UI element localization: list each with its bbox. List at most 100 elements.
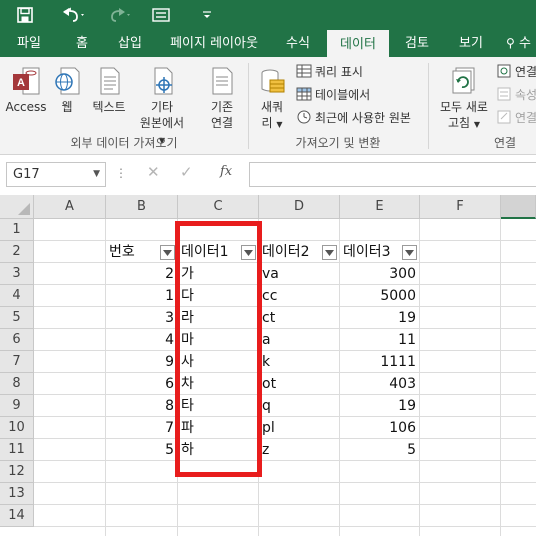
row-header[interactable]: 3 xyxy=(0,263,34,285)
table-cell[interactable]: 6 xyxy=(106,373,178,395)
new-query-button[interactable]: 새쿼 리 ▼ xyxy=(254,65,290,133)
from-table-label: 테이블에서 xyxy=(315,87,371,102)
column-header-d[interactable]: D xyxy=(259,195,340,219)
web-icon xyxy=(55,67,80,95)
refresh-all-button[interactable]: 모두 새로 고침 ▼ xyxy=(434,65,494,133)
gridline xyxy=(500,219,501,536)
row-header[interactable]: 7 xyxy=(0,351,34,373)
table-header-cell[interactable]: 데이터2 xyxy=(259,241,320,263)
tab-formulas[interactable]: 수식 xyxy=(276,30,320,57)
tab-file[interactable]: 파일 xyxy=(4,30,54,57)
customize-toolbar-icon[interactable] xyxy=(200,5,214,25)
chevron-down-icon[interactable]: ▼ xyxy=(93,163,100,186)
column-header-a[interactable]: A xyxy=(34,195,106,219)
filter-dropdown-icon[interactable] xyxy=(160,245,175,260)
table-cell[interactable]: 9 xyxy=(106,351,178,373)
table-cell[interactable]: 403 xyxy=(340,373,420,395)
tab-data[interactable]: 데이터 xyxy=(327,30,389,57)
existing-connections-icon xyxy=(212,67,233,95)
from-access-label: Access xyxy=(5,100,47,114)
row-header[interactable]: 5 xyxy=(0,307,34,329)
table-cell[interactable]: 11 xyxy=(340,329,420,351)
tab-insert[interactable]: 삽입 xyxy=(108,30,152,57)
name-box[interactable]: G17 ▼ xyxy=(6,162,106,187)
group-label-get-transform: 가져오기 및 변환 xyxy=(295,136,381,150)
lightbulb-icon: ⚲ xyxy=(506,36,515,50)
row-header[interactable]: 11 xyxy=(0,439,34,461)
column-header-g[interactable] xyxy=(501,195,536,219)
table-cell[interactable]: 5 xyxy=(106,439,178,461)
tab-view[interactable]: 보기 xyxy=(448,30,494,57)
recent-sources-button[interactable]: 최근에 사용한 원본 xyxy=(296,108,411,126)
edit-links-icon xyxy=(497,110,511,124)
undo-icon[interactable] xyxy=(58,5,88,25)
column-header-c[interactable]: C xyxy=(178,195,259,219)
insert-function-button[interactable]: fx xyxy=(220,164,232,179)
table-cell[interactable]: ot xyxy=(259,373,340,395)
gridline xyxy=(34,504,536,505)
row-header[interactable]: 4 xyxy=(0,285,34,307)
table-cell[interactable]: 3 xyxy=(106,307,178,329)
row-header[interactable]: 10 xyxy=(0,417,34,439)
row-header[interactable]: 9 xyxy=(0,395,34,417)
form-icon[interactable] xyxy=(150,5,172,25)
table-cell[interactable]: a xyxy=(259,329,340,351)
table-cell[interactable]: ct xyxy=(259,307,340,329)
column-header-f[interactable]: F xyxy=(420,195,501,219)
from-table-button[interactable]: 테이블에서 xyxy=(296,85,370,103)
row-header[interactable]: 14 xyxy=(0,505,34,527)
from-access-button[interactable]: A Access xyxy=(4,65,48,115)
connections-button[interactable]: 연결 xyxy=(496,62,536,80)
table-cell[interactable]: va xyxy=(259,263,340,285)
existing-connections-button[interactable]: 기존 연결 xyxy=(200,65,244,131)
text-file-icon xyxy=(100,67,120,95)
save-icon[interactable] xyxy=(14,5,36,25)
table-cell[interactable]: 7 xyxy=(106,417,178,439)
worksheet-grid[interactable]: A B C D E F 1 2 3 4 5 6 7 8 9 10 11 12 13 14 번호 데이터1 데이… xyxy=(0,195,536,536)
formula-input[interactable] xyxy=(249,162,536,187)
filter-dropdown-icon[interactable] xyxy=(402,245,417,260)
row-header[interactable]: 8 xyxy=(0,373,34,395)
other-sources-label-2: 원본에서 xyxy=(139,116,185,130)
table-cell[interactable]: cc xyxy=(259,285,340,307)
table-cell[interactable]: pl xyxy=(259,417,340,439)
from-web-button[interactable]: 웹 xyxy=(50,65,84,115)
row-header[interactable]: 13 xyxy=(0,483,34,505)
table-cell[interactable]: z xyxy=(259,439,340,461)
row-header[interactable]: 2 xyxy=(0,241,34,263)
table-cell[interactable]: 1 xyxy=(106,285,178,307)
table-header-cell[interactable]: 데이터3 xyxy=(340,241,400,263)
tab-review[interactable]: 검토 xyxy=(394,30,440,57)
show-queries-button[interactable]: 쿼리 표시 xyxy=(296,62,363,80)
from-text-button[interactable]: 텍스트 xyxy=(86,65,132,115)
table-cell[interactable]: q xyxy=(259,395,340,417)
row-header[interactable]: 12 xyxy=(0,461,34,483)
table-cell[interactable]: 19 xyxy=(340,307,420,329)
tab-home[interactable]: 홈 xyxy=(62,30,102,57)
select-all-corner[interactable] xyxy=(0,195,34,219)
gridline xyxy=(34,526,536,527)
filter-dropdown-icon[interactable] xyxy=(322,245,337,260)
row-header[interactable]: 6 xyxy=(0,329,34,351)
column-header-e[interactable]: E xyxy=(340,195,420,219)
table-cell[interactable]: 5 xyxy=(340,439,420,461)
table-cell[interactable]: 8 xyxy=(106,395,178,417)
table-cell[interactable]: k xyxy=(259,351,340,373)
table-cell[interactable]: 1111 xyxy=(340,351,420,373)
table-header-cell[interactable]: 번호 xyxy=(106,241,158,263)
column-header-b[interactable]: B xyxy=(106,195,178,219)
table-cell[interactable]: 2 xyxy=(106,263,178,285)
tab-page-layout[interactable]: 페이지 레이아웃 xyxy=(160,30,268,57)
table-cell[interactable]: 19 xyxy=(340,395,420,417)
table-cell[interactable]: 4 xyxy=(106,329,178,351)
other-sources-label-1: 기타 xyxy=(150,100,174,114)
chevron-down-icon: ▼ xyxy=(276,120,283,129)
resize-handle-icon[interactable]: ⋮ xyxy=(115,166,127,180)
tab-tell-me[interactable]: ⚲ 수 xyxy=(506,30,536,57)
row-header[interactable]: 1 xyxy=(0,219,34,241)
table-cell[interactable]: 5000 xyxy=(340,285,420,307)
table-cell[interactable]: 300 xyxy=(340,263,420,285)
show-queries-label: 쿼리 표시 xyxy=(315,64,363,79)
table-cell[interactable]: 106 xyxy=(340,417,420,439)
new-query-label-1: 새쿼 xyxy=(260,100,284,114)
